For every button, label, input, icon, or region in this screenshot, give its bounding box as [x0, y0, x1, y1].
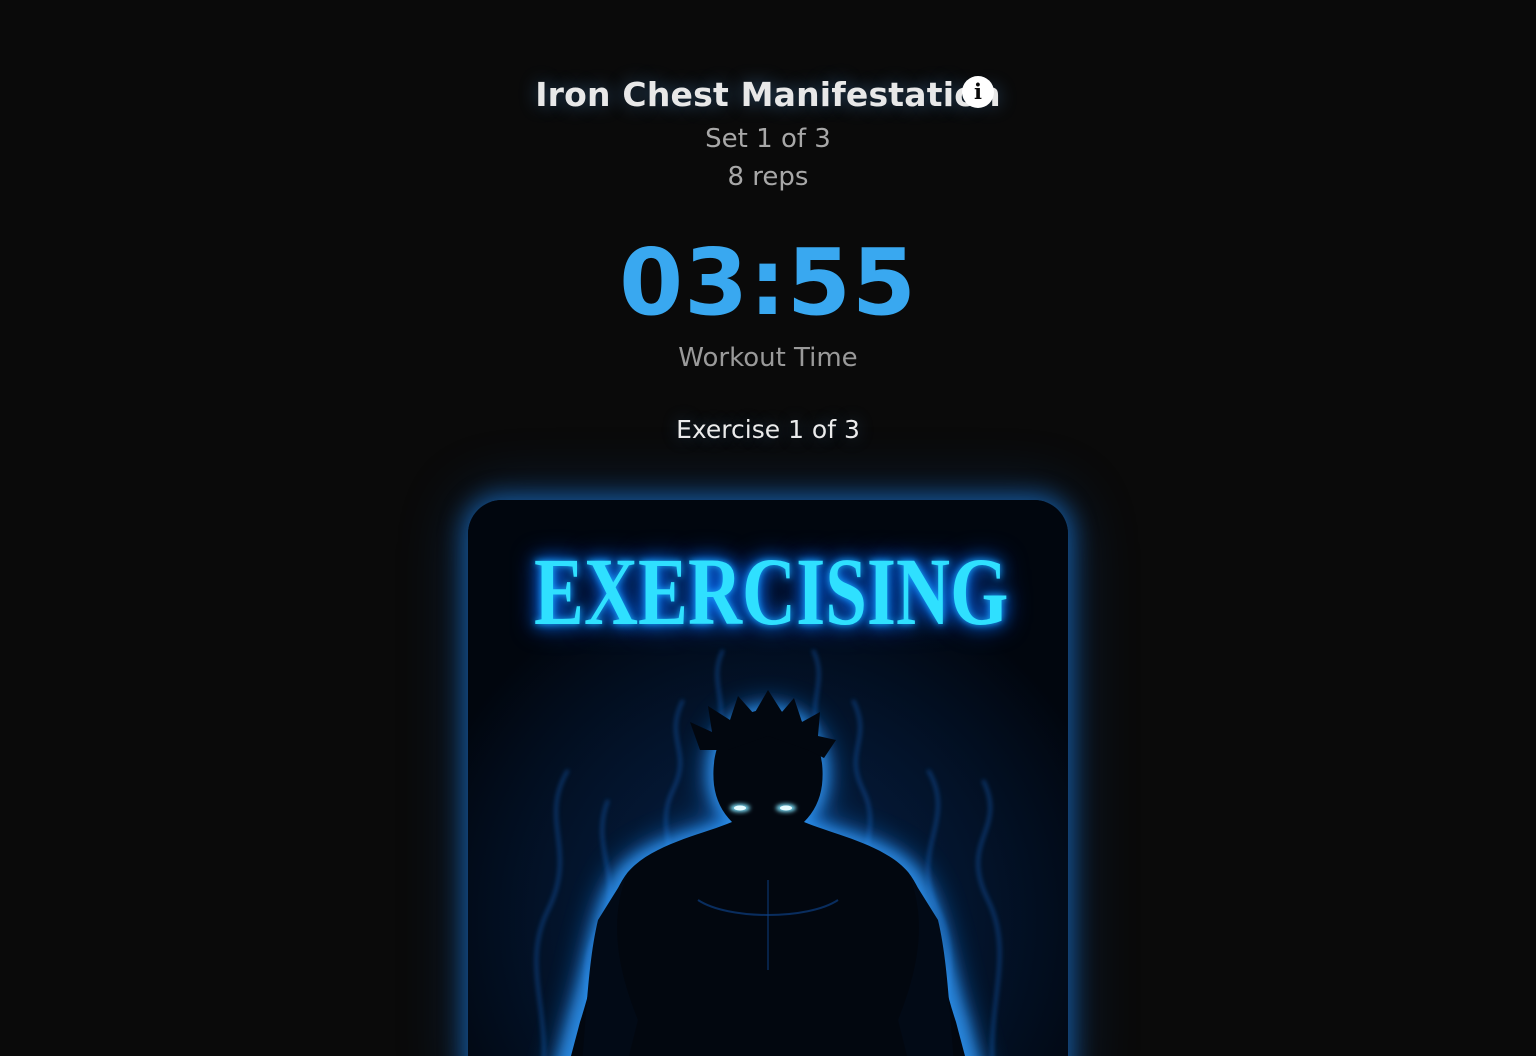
- workout-title: Iron Chest Manifestation: [535, 74, 1001, 114]
- set-counter: Set 1 of 3: [705, 124, 831, 154]
- workout-screen: Iron Chest Manifestation i Set 1 of 3 8 …: [0, 0, 1536, 1056]
- reps-counter: 8 reps: [727, 162, 809, 192]
- card-status-title: EXERCISING: [534, 538, 1009, 645]
- exercise-progress: Exercise 1 of 3: [676, 415, 860, 444]
- workout-header: Iron Chest Manifestation i: [0, 68, 1536, 120]
- workout-timer: 03:55: [619, 229, 917, 336]
- info-icon[interactable]: i: [962, 76, 994, 108]
- exercise-image-card: EXERCISING: [468, 500, 1068, 1056]
- workout-timer-label: Workout Time: [678, 343, 858, 373]
